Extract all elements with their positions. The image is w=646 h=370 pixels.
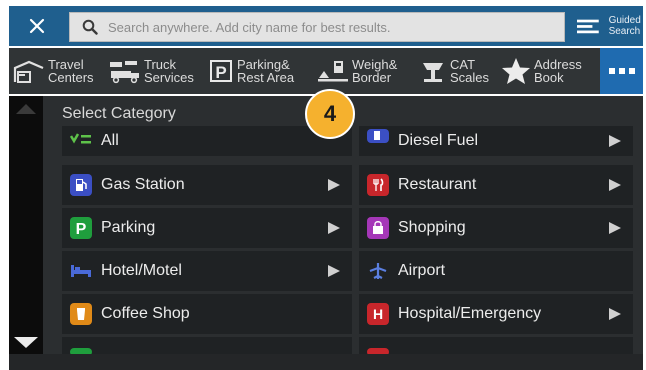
category-label: Coffee Shop xyxy=(101,305,190,322)
category-airport[interactable]: Airport xyxy=(359,251,633,291)
more-dots-icon xyxy=(608,68,635,74)
close-button[interactable] xyxy=(9,6,65,46)
panel-title: Select Category xyxy=(62,105,176,122)
toolbar-parking-rest-area[interactable]: P Parking& Rest Area xyxy=(208,48,294,94)
weigh-station-icon xyxy=(318,61,348,82)
top-bar: Search anywhere. Add city name for best … xyxy=(9,6,643,46)
footer-bar xyxy=(9,354,643,370)
category-hotel-motel[interactable]: Hotel/Motel xyxy=(62,251,352,291)
step-callout-badge: 4 xyxy=(305,89,355,139)
category-label: Hotel/Motel xyxy=(101,262,182,279)
toolbar-weigh-border[interactable]: Weigh& Border xyxy=(317,48,397,94)
scrollbar[interactable] xyxy=(9,96,43,354)
search-icon xyxy=(82,19,98,35)
category-hospital-emergency[interactable]: H Hospital/Emergency xyxy=(359,294,633,334)
category-label: Hospital/Emergency xyxy=(398,305,542,322)
toolbar-label-line2: Centers xyxy=(48,70,94,85)
svg-text:P: P xyxy=(76,221,87,237)
scroll-up-icon[interactable] xyxy=(9,100,43,116)
category-label: Parking xyxy=(101,219,156,236)
category-label: Airport xyxy=(398,262,446,279)
category-label: Diesel Fuel xyxy=(398,132,479,149)
category-shopping[interactable]: Shopping xyxy=(359,208,633,248)
toolbar-label-line2: Services xyxy=(144,70,194,85)
category-label: Gas Station xyxy=(101,176,185,193)
checklist-icon xyxy=(70,130,92,152)
category-coffee-shop[interactable]: Coffee Shop xyxy=(62,294,352,334)
category-label: All xyxy=(101,132,119,149)
coffee-cup-icon xyxy=(70,303,92,325)
category-parking[interactable]: P Parking xyxy=(62,208,352,248)
airplane-icon xyxy=(367,260,389,282)
chevron-right-icon xyxy=(609,135,621,147)
truck-service-icon xyxy=(110,61,139,84)
category-partial-left[interactable] xyxy=(62,337,352,356)
more-button[interactable] xyxy=(600,48,643,94)
scale-icon xyxy=(423,63,443,82)
chevron-right-icon xyxy=(328,265,340,277)
category-partial-right[interactable] xyxy=(359,337,633,356)
parking-p-icon: P xyxy=(70,217,92,239)
diesel-pump-icon xyxy=(367,129,389,143)
star-icon xyxy=(502,58,530,84)
hospital-h-icon: H xyxy=(367,303,389,325)
category-label: Restaurant xyxy=(398,176,477,193)
category-label: Shopping xyxy=(398,219,466,236)
toolbar-label-line2: Book xyxy=(534,70,564,85)
chevron-right-icon xyxy=(328,222,340,234)
guided-search-button[interactable]: Guided Search xyxy=(571,6,643,46)
svg-text:P: P xyxy=(215,63,226,82)
shopping-bag-icon xyxy=(367,217,389,239)
toolbar-address-book[interactable]: Address Book xyxy=(501,48,582,94)
scroll-down-icon[interactable] xyxy=(9,334,43,350)
toolbar-travel-centers[interactable]: Travel Centers xyxy=(13,48,94,94)
search-placeholder: Search anywhere. Add city name for best … xyxy=(108,19,391,35)
category-restaurant[interactable]: Restaurant xyxy=(359,165,633,205)
bed-icon xyxy=(70,260,92,282)
chevron-right-icon xyxy=(609,222,621,234)
chevron-right-icon xyxy=(609,308,621,320)
gas-pump-icon xyxy=(70,174,92,196)
svg-text:H: H xyxy=(373,306,383,322)
category-diesel-fuel[interactable]: Diesel Fuel xyxy=(359,126,633,156)
search-field[interactable]: Search anywhere. Add city name for best … xyxy=(69,12,565,42)
category-all[interactable]: All xyxy=(62,126,352,156)
toolbar-label-line2: Border xyxy=(352,70,392,85)
close-icon xyxy=(29,18,45,34)
toolbar-label-line2: Scales xyxy=(450,70,490,85)
chevron-right-icon xyxy=(609,179,621,191)
toolbar-cat-scales[interactable]: CAT Scales xyxy=(419,48,489,94)
chevron-right-icon xyxy=(328,179,340,191)
guided-search-label: Guided Search xyxy=(608,15,641,37)
category-gas-station[interactable]: Gas Station xyxy=(62,165,352,205)
toolbar-label-line2: Rest Area xyxy=(237,70,295,85)
list-icon xyxy=(577,19,599,34)
parking-icon: P xyxy=(210,60,232,82)
travel-center-icon xyxy=(13,60,44,83)
toolbar-truck-services[interactable]: Truck Services xyxy=(109,48,194,94)
category-toolbar: Travel Centers Truck Services P Parking&… xyxy=(9,48,643,94)
fork-knife-icon xyxy=(367,174,389,196)
